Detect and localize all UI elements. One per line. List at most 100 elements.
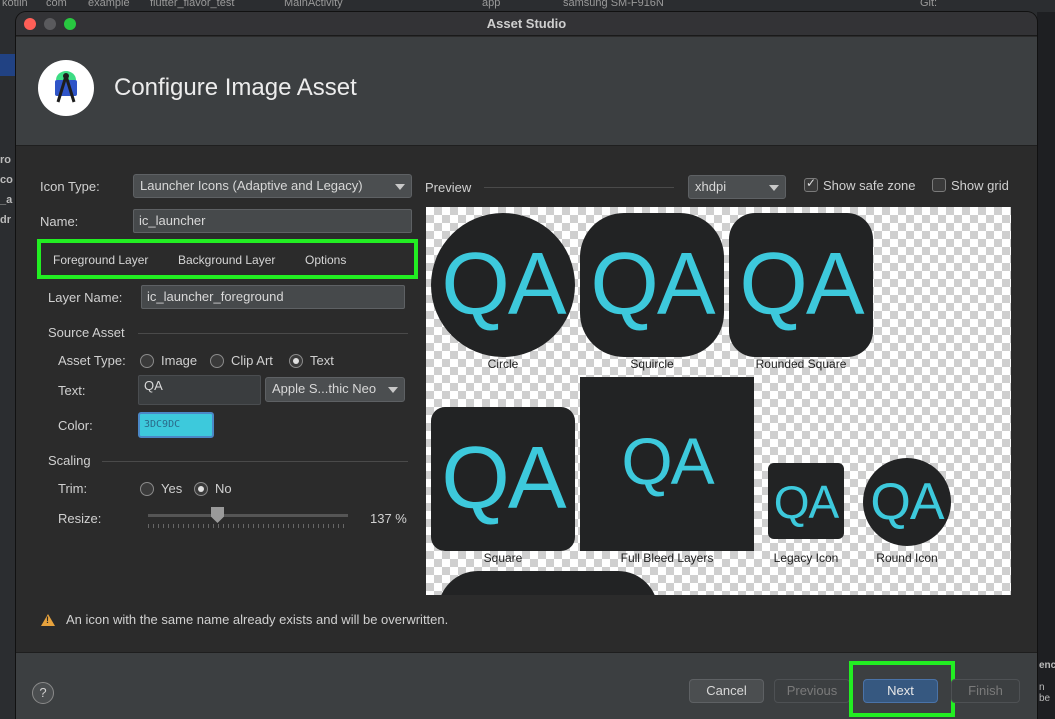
- tab-background-layer[interactable]: Background Layer: [178, 253, 275, 267]
- trim-yes-radio[interactable]: [140, 482, 154, 496]
- color-picker-field[interactable]: 3DC9DC: [138, 412, 214, 438]
- asset-studio-dialog: Asset Studio Configure Image Asset Icon …: [16, 12, 1037, 719]
- source-asset-heading: Source Asset: [48, 325, 125, 340]
- color-label: Color:: [58, 418, 93, 433]
- preview-icon-text: QA: [870, 473, 944, 531]
- asset-type-clip-art-label[interactable]: Clip Art: [231, 353, 273, 368]
- show-safe-zone-checkbox[interactable]: [804, 176, 818, 192]
- text-input[interactable]: QA: [138, 375, 261, 405]
- trim-yes-label[interactable]: Yes: [161, 481, 182, 496]
- section-divider: [138, 333, 408, 334]
- dialog-header: Configure Image Asset: [16, 37, 1037, 145]
- ide-side-label: enc: [1039, 660, 1055, 671]
- ide-selected-row: [0, 54, 16, 76]
- icon-type-select[interactable]: Launcher Icons (Adaptive and Legacy): [133, 174, 412, 198]
- trim-no-label[interactable]: No: [215, 481, 232, 496]
- breadcrumb-item[interactable]: example: [88, 0, 130, 9]
- icon-preview-canvas: QA Circle QA Squircle QA Rounded Square …: [426, 207, 1011, 595]
- preview-label-squircle: Squircle: [630, 357, 674, 371]
- device-selector[interactable]: samsung SM-F916N: [563, 0, 664, 9]
- resize-slider-ticks: [148, 524, 348, 528]
- asset-type-text-label[interactable]: Text: [310, 353, 334, 368]
- ide-side-label: co: [0, 174, 13, 186]
- breadcrumb-item[interactable]: MainActivity: [284, 0, 343, 9]
- tab-foreground-layer[interactable]: Foreground Layer: [53, 253, 148, 267]
- preview-label-square: Square: [483, 551, 523, 565]
- resize-value: 137 %: [370, 511, 407, 526]
- preview-icon-text: QA: [773, 476, 839, 528]
- preview-square-icon: QA: [431, 407, 575, 551]
- resize-slider-track[interactable]: [148, 514, 348, 517]
- chevron-down-icon: [388, 387, 398, 393]
- preview-round-icon: QA: [863, 458, 951, 546]
- resize-label: Resize:: [58, 511, 102, 526]
- run-config-selector[interactable]: app: [482, 0, 500, 9]
- ide-navigation-bar: kotlin com example flutter_flavor_test M…: [0, 0, 1055, 12]
- page-title: Configure Image Asset: [114, 74, 357, 101]
- ide-side-label: n be: [1039, 682, 1051, 704]
- preview-label-legacy: Legacy Icon: [773, 551, 839, 565]
- warning-exclamation-icon: !: [46, 615, 49, 625]
- ide-project-panel: ro co _a dr: [0, 12, 16, 719]
- help-button[interactable]: ?: [32, 682, 54, 704]
- section-divider: [102, 461, 408, 462]
- preview-label-circle: Circle: [487, 357, 519, 371]
- trim-no-radio[interactable]: [194, 482, 208, 496]
- show-grid-checkbox[interactable]: [932, 178, 946, 192]
- cancel-button[interactable]: Cancel: [689, 679, 764, 703]
- preview-icon-text: QA: [441, 428, 566, 527]
- dialog-footer: ? Cancel Previous Next Finish: [16, 653, 1037, 719]
- ide-side-label: _a: [0, 194, 13, 206]
- preview-label: Preview: [425, 180, 472, 195]
- preview-icon-text: QA: [739, 234, 864, 333]
- asset-type-label: Asset Type:: [58, 353, 126, 368]
- icon-type-value: Launcher Icons (Adaptive and Legacy): [140, 178, 363, 193]
- preview-label-round: Round Icon: [876, 551, 938, 565]
- preview-icon-text: QA: [621, 424, 714, 498]
- dialog-title: Asset Studio: [486, 16, 567, 31]
- preview-label-rounded-square: Rounded Square: [755, 357, 847, 371]
- section-divider: [484, 187, 674, 188]
- asset-type-clip-art-radio[interactable]: [210, 354, 224, 368]
- ide-side-label: dr: [0, 214, 11, 226]
- ide-side-label: ro: [0, 154, 11, 166]
- breadcrumb-item[interactable]: com: [46, 0, 67, 9]
- show-grid-label[interactable]: Show grid: [951, 178, 1009, 193]
- icon-type-label: Icon Type:: [40, 179, 100, 194]
- asset-type-text-radio[interactable]: [289, 354, 303, 368]
- show-safe-zone-label[interactable]: Show safe zone: [823, 178, 916, 193]
- font-select[interactable]: Apple S...thic Neo: [265, 377, 405, 402]
- finish-button[interactable]: Finish: [951, 679, 1020, 703]
- asset-type-image-label[interactable]: Image: [161, 353, 197, 368]
- asset-type-image-radio[interactable]: [140, 354, 154, 368]
- resize-slider-thumb[interactable]: [211, 507, 224, 523]
- next-button[interactable]: Next: [863, 679, 938, 703]
- preview-legacy-icon: QA: [768, 463, 844, 539]
- preview-full-bleed-icon: QA: [580, 377, 754, 551]
- density-select[interactable]: xhdpi: [688, 175, 786, 199]
- tab-options[interactable]: Options: [305, 253, 346, 267]
- preview-circle-icon: QA: [431, 213, 575, 357]
- chevron-down-icon: [769, 185, 779, 191]
- font-value: Apple S...thic Neo: [272, 381, 377, 396]
- name-label: Name:: [40, 214, 79, 229]
- text-label: Text:: [58, 383, 86, 398]
- preview-squircle-icon: QA: [580, 213, 724, 357]
- chevron-down-icon: [395, 184, 405, 190]
- layer-name-label: Layer Name:: [48, 290, 123, 305]
- ide-right-panel: enc n be: [1037, 12, 1055, 719]
- breadcrumb-item[interactable]: kotlin: [2, 0, 28, 9]
- previous-button[interactable]: Previous: [774, 679, 850, 703]
- preview-partial-icon: [438, 571, 658, 595]
- dialog-titlebar[interactable]: Asset Studio: [16, 12, 1037, 36]
- density-value: xhdpi: [695, 179, 727, 194]
- preview-label-full-bleed: Full Bleed Layers: [620, 551, 714, 565]
- preview-icon-text: QA: [590, 234, 715, 333]
- layer-name-input[interactable]: ic_launcher_foreground: [141, 285, 405, 309]
- name-input[interactable]: ic_launcher: [133, 209, 412, 233]
- preview-icon-text: QA: [441, 234, 566, 333]
- header-divider: [16, 145, 1037, 146]
- warning-message: An icon with the same name already exist…: [66, 612, 449, 627]
- trim-label: Trim:: [58, 481, 88, 496]
- breadcrumb-item[interactable]: flutter_flavor_test: [150, 0, 234, 9]
